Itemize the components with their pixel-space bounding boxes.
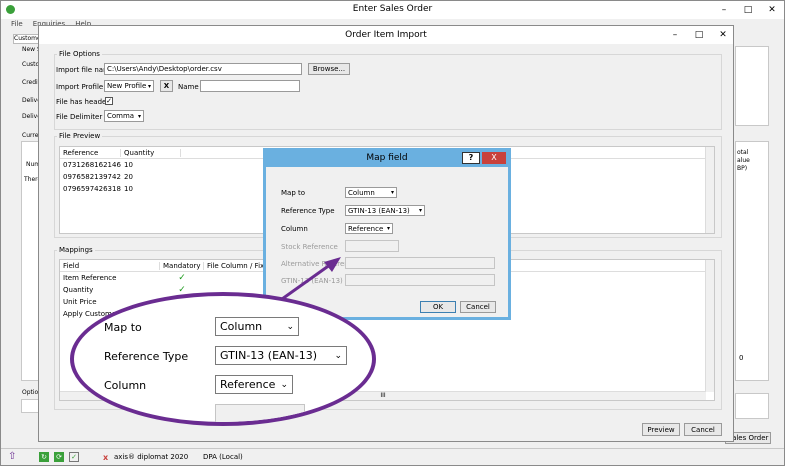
zoom-ref-type-select[interactable]: GTIN-13 (EAN-13) ⌄ (215, 346, 347, 365)
zoom-column-select[interactable]: Reference ⌄ (215, 375, 293, 394)
zoom-map-to-label: Map to (104, 321, 142, 334)
zoom-map-to-select[interactable]: Column ⌄ (215, 317, 299, 336)
chevron-down-icon: ⌄ (334, 350, 342, 361)
chevron-down-icon: ⌄ (280, 379, 288, 390)
zoom-callout: Map to Column ⌄ Reference Type GTIN-13 (E… (70, 292, 376, 426)
chevron-down-icon: ⌄ (286, 321, 294, 332)
zoom-ref-type-label: Reference Type (104, 350, 189, 363)
zoom-stock-ref-input (215, 404, 305, 422)
zoom-column-label: Column (104, 379, 147, 392)
